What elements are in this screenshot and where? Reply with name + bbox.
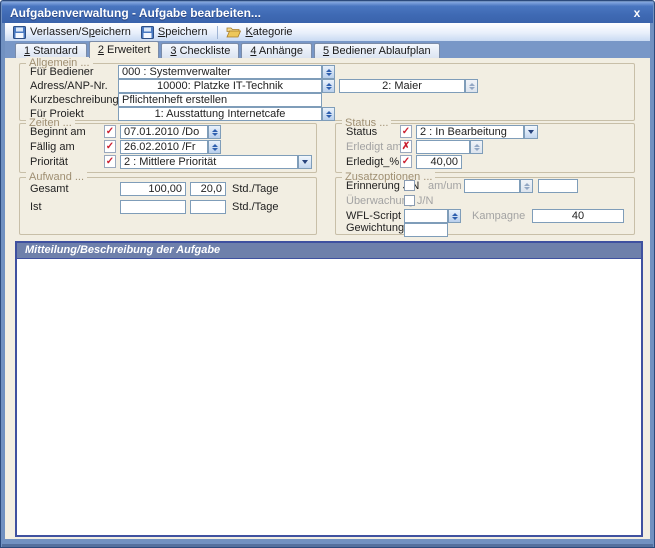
title-bar: Aufgabenverwaltung - Aufgabe bearbeiten.… [2, 2, 653, 23]
save-icon [141, 26, 154, 39]
prioritaet-checkbox[interactable]: ✓ [104, 155, 116, 168]
faellig-am-spinner[interactable] [208, 140, 221, 154]
erledigt-prozent-input[interactable]: 40,00 [416, 155, 462, 169]
erinnerung-datum-combo[interactable] [464, 179, 520, 193]
fuer-bediener-label: Für Bediener [30, 65, 94, 79]
gewichtung-label: Gewichtung [346, 221, 404, 235]
gesamt-tage-input[interactable]: 20,0 [190, 182, 226, 196]
status-combo[interactable]: 2 : In Bearbeitung [416, 125, 524, 139]
status-checkbox[interactable]: ✓ [400, 125, 412, 138]
status-dropdown-icon[interactable] [524, 125, 538, 139]
contact-combo[interactable]: 2: Maier [339, 79, 465, 93]
prioritaet-combo[interactable]: 2 : Mittlere Priorität [120, 155, 298, 169]
group-zeiten: Zeiten ... Beginnt am ✓ 07.01.2010 /Do F… [19, 123, 317, 173]
save-button[interactable]: Speichern [137, 24, 214, 40]
fuer-bediener-spinner[interactable] [322, 65, 335, 79]
beginnt-am-spinner[interactable] [208, 125, 221, 139]
tab-bediener-ablaufplan[interactable]: 5 Bediener Ablaufplan [314, 43, 440, 58]
save-and-exit-label: Verlassen/Speichern [30, 26, 131, 38]
kampagne-input[interactable]: 40 [532, 209, 624, 223]
adress-anp-combo[interactable]: 10000: Platzke IT-Technik [118, 79, 322, 93]
adress-anp-spinner[interactable] [322, 79, 335, 93]
erinnerung-checkbox[interactable] [404, 180, 415, 191]
kurzbeschreibung-input[interactable]: Pflichtenheft erstellen [118, 93, 322, 107]
toolbar-separator [217, 26, 218, 39]
folder-icon [226, 26, 241, 38]
erledigt-prozent-label: Erledigt_% [346, 155, 399, 169]
prioritaet-dropdown-icon[interactable] [298, 155, 312, 169]
tab-anhaenge[interactable]: 4 Anhänge [241, 43, 312, 58]
category-button[interactable]: Kategorie [222, 24, 298, 40]
tab-content: Allgemein ... Für Bediener 000 : Systemv… [5, 58, 650, 539]
erledigt-am-spinner[interactable] [470, 140, 483, 154]
group-zusatzoptionen: Zusatzoptionen ... Erinnerung J/N am/um … [335, 177, 635, 235]
beginnt-am-checkbox[interactable]: ✓ [104, 125, 116, 138]
tab-checkliste[interactable]: 3 Checkliste [161, 43, 239, 58]
gesamt-unit-label: Std./Tage [232, 182, 278, 196]
ist-label: Ist [30, 200, 42, 214]
adress-anp-label: Adress/ANP-Nr. [30, 79, 108, 93]
save-label: Speichern [158, 26, 208, 38]
tab-erweitert[interactable]: 2 Erweitert [89, 41, 160, 58]
group-aufwand: Aufwand ... Gesamt 100,00 20,0 Std./Tage… [19, 177, 317, 235]
status-label: Status [346, 125, 377, 139]
gesamt-stunden-input[interactable]: 100,00 [120, 182, 186, 196]
ueberwachung-label: Überwachung J/N [346, 194, 433, 208]
contact-spinner[interactable] [465, 79, 478, 93]
faellig-am-date[interactable]: 26.02.2010 /Fr [120, 140, 208, 154]
erinnerung-zeit-input[interactable] [538, 179, 578, 193]
erledigt-prozent-checkbox[interactable]: ✓ [400, 155, 412, 168]
wfl-script-combo[interactable] [404, 209, 448, 223]
beginnt-am-date[interactable]: 07.01.2010 /Do [120, 125, 208, 139]
faellig-am-checkbox[interactable]: ✓ [104, 140, 116, 153]
prioritaet-label: Priorität [30, 155, 68, 169]
erledigt-am-date[interactable] [416, 140, 470, 154]
category-label: Kategorie [245, 26, 292, 38]
tab-bar: 1 Standard 2 Erweitert 3 Checkliste 4 An… [5, 41, 650, 58]
window-title: Aufgabenverwaltung - Aufgabe bearbeiten.… [10, 6, 261, 20]
beginnt-am-label: Beginnt am [30, 125, 86, 139]
ueberwachung-checkbox[interactable] [404, 195, 415, 206]
tab-standard[interactable]: 1 Standard [15, 43, 87, 58]
mitteilung-header: Mitteilung/Beschreibung der Aufgabe [17, 243, 641, 259]
wfl-script-spinner[interactable] [448, 209, 461, 223]
save-and-exit-button[interactable]: Verlassen/Speichern [9, 24, 137, 40]
faellig-am-label: Fällig am [30, 140, 75, 154]
gewichtung-input[interactable] [404, 223, 448, 237]
fuer-bediener-combo[interactable]: 000 : Systemverwalter [118, 65, 322, 79]
ist-tage-input[interactable] [190, 200, 226, 214]
mitteilung-panel: Mitteilung/Beschreibung der Aufgabe [15, 241, 643, 537]
kurzbeschreibung-label: Kurzbeschreibung [30, 93, 119, 107]
gesamt-label: Gesamt [30, 182, 69, 196]
am-um-label: am/um [428, 179, 462, 193]
kampagne-label: Kampagne [472, 209, 525, 223]
erledigt-am-checkbox[interactable]: ✗ [400, 140, 412, 153]
erinnerung-datum-spinner[interactable] [520, 179, 533, 193]
group-status: Status ... Status ✓ 2 : In Bearbeitung E… [335, 123, 635, 173]
ist-stunden-input[interactable] [120, 200, 186, 214]
toolbar: Verlassen/Speichern Speichern Kategorie [5, 23, 650, 41]
group-allgemein: Allgemein ... Für Bediener 000 : Systemv… [19, 63, 635, 121]
app-window: Aufgabenverwaltung - Aufgabe bearbeiten.… [0, 0, 655, 548]
mitteilung-textarea[interactable] [17, 259, 641, 534]
fuer-projekt-spinner[interactable] [322, 107, 335, 121]
erledigt-am-label: Erledigt am [346, 140, 402, 154]
ist-unit-label: Std./Tage [232, 200, 278, 214]
save-icon [13, 26, 26, 39]
fuer-projekt-combo[interactable]: 1: Ausstattung Internetcafe [118, 107, 322, 121]
close-icon[interactable]: x [629, 6, 645, 20]
client-area: Verlassen/Speichern Speichern Kategorie … [5, 23, 650, 539]
